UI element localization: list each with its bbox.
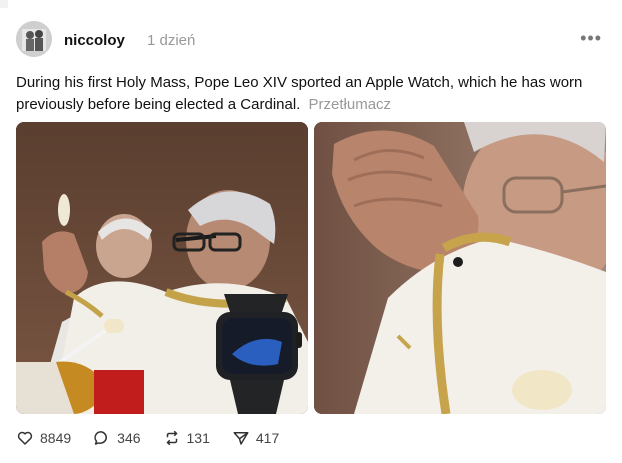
post-time: 1 dzień (147, 32, 196, 49)
more-options-icon[interactable]: ••• (580, 29, 602, 47)
username[interactable]: niccoloy (64, 32, 125, 49)
pope-holding-host-image (16, 122, 308, 414)
share-button[interactable]: 417 (232, 429, 279, 447)
repost-count: 131 (186, 430, 210, 446)
repost-icon (165, 430, 178, 446)
post-actions: 8849 346 131 417 (16, 426, 436, 450)
post-header: niccoloy 1 dzień ••• (16, 21, 606, 61)
comment-button[interactable]: 346 (93, 429, 141, 447)
like-count: 8849 (40, 430, 72, 446)
post-body: During his first Holy Mass, Pope Leo XIV… (16, 74, 583, 113)
repost-button[interactable]: 131 (163, 429, 210, 447)
comment-count: 346 (117, 430, 141, 446)
share-count: 417 (255, 430, 280, 446)
post-image-1[interactable] (16, 122, 308, 414)
comment-bubble-icon (94, 431, 108, 445)
send-icon (233, 432, 249, 445)
post-image-2[interactable] (314, 122, 606, 414)
pope-closeup-hand-image (314, 122, 606, 414)
post-text: During his first Holy Mass, Pope Leo XIV… (16, 72, 606, 116)
heart-icon (17, 431, 33, 445)
avatar[interactable] (16, 21, 52, 57)
like-button[interactable]: 8849 (16, 429, 71, 447)
translate-link[interactable]: Przetłumacz (309, 96, 392, 113)
card-corner (0, 0, 8, 8)
